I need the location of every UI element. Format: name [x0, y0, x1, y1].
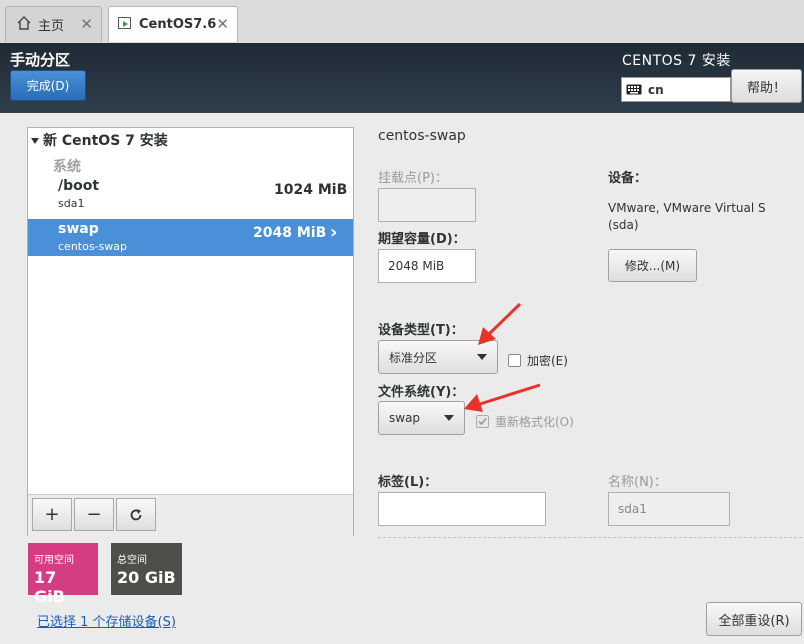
annotation-arrows: [464, 302, 541, 412]
red-arrow-icon: [478, 302, 522, 345]
red-arrow-icon: [464, 383, 541, 412]
